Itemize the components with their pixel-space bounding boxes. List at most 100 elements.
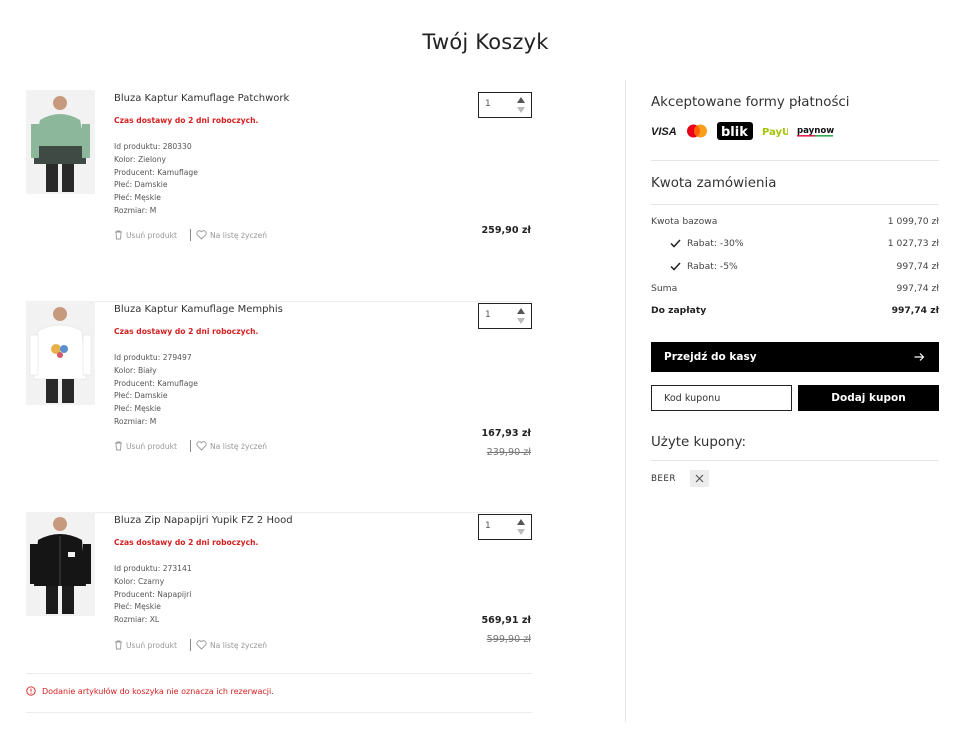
quantity-stepper[interactable]: 1 [478, 514, 532, 540]
quantity-down-icon[interactable] [517, 107, 525, 113]
product-attribute: Rozmiar: M [114, 205, 157, 215]
product-price: 259,90 zł [481, 225, 531, 236]
divider [651, 204, 939, 205]
product-image[interactable] [26, 301, 95, 405]
discount-value: 997,74 zł [896, 261, 939, 272]
wishlist-label: Na listę życzeń [209, 230, 268, 240]
sum-value: 997,74 zł [896, 283, 939, 294]
actions-separator [189, 229, 191, 241]
remove-coupon-button[interactable] [689, 470, 709, 487]
product-attribute: Id produktu: 273141 [114, 564, 192, 573]
checkout-button-label: Przejdź do kasy [664, 351, 757, 363]
coupon-code-input[interactable] [651, 385, 792, 411]
remove-product-label: Usuń produkt [126, 230, 177, 240]
quantity-stepper[interactable]: 1 [478, 303, 532, 329]
svg-text:VISA: VISA [651, 126, 677, 137]
sum-label: Suma [651, 283, 678, 294]
product-name[interactable]: Bluza Kaptur Kamuflage Memphis [114, 304, 283, 315]
product-attributes: Id produktu: 273141 Kolor: Czarny Produc… [114, 563, 192, 627]
product-image[interactable] [26, 90, 95, 194]
cart-item: Bluza Kaptur Kamuflage Patchwork Czas do… [26, 90, 532, 302]
quantity-down-icon[interactable] [517, 318, 525, 324]
svg-text:PayU: PayU [762, 127, 788, 138]
delivery-time: Czas dostawy do 2 dni roboczych. [114, 116, 259, 125]
reservation-notice: Dodanie artykułów do koszyka nie oznacza… [26, 686, 274, 696]
actions-separator [189, 440, 191, 452]
paynow-icon: paynow [797, 124, 835, 138]
visa-icon: VISA [651, 125, 677, 137]
quantity-down-icon[interactable] [517, 529, 525, 535]
discount-row: Rabat: -5% 997,74 zł [651, 261, 939, 272]
base-amount-row: Kwota bazowa 1 099,70 zł [651, 216, 939, 227]
remove-product-label: Usuń produkt [126, 441, 177, 451]
item-actions: Usuń produkt Na listę życzeń [114, 639, 267, 651]
remove-product-label: Usuń produkt [126, 640, 177, 650]
add-to-wishlist-button[interactable]: Na listę życzeń [196, 640, 267, 650]
wishlist-label: Na listę życzeń [209, 441, 268, 451]
order-amount-title: Kwota zamówienia [651, 176, 777, 191]
coupon-code: BEER [651, 473, 676, 484]
quantity-stepper[interactable]: 1 [478, 92, 532, 118]
discount-label: Rabat: -5% [687, 261, 738, 272]
product-attribute: Id produktu: 280330 [114, 142, 192, 151]
add-to-wishlist-button[interactable]: Na listę życzeń [196, 441, 267, 451]
trash-icon [115, 441, 122, 451]
product-price: 569,91 zł [481, 615, 531, 626]
cart-item: Bluza Zip Napapijri Yupik FZ 2 Hood Czas… [26, 512, 532, 674]
product-name[interactable]: Bluza Kaptur Kamuflage Patchwork [114, 93, 289, 104]
mastercard-icon [686, 124, 708, 138]
total-row: Do zapłaty 997,74 zł [651, 305, 939, 316]
product-attribute: Kolor: Zielony [114, 154, 167, 164]
divider [651, 460, 939, 461]
svg-text:blik: blik [721, 125, 748, 140]
quantity-value[interactable]: 1 [485, 99, 491, 109]
product-attribute: Płeć: Męskie [114, 193, 161, 203]
delivery-time: Czas dostawy do 2 dni roboczych. [114, 538, 259, 547]
add-to-wishlist-button[interactable]: Na listę życzeń [196, 230, 267, 240]
product-attribute: Rozmiar: M [114, 416, 157, 426]
checkout-button[interactable]: Przejdź do kasy [651, 342, 939, 372]
product-attribute: Producent: Napapijri [114, 589, 192, 599]
page-title: Twój Koszyk [422, 30, 549, 54]
total-label: Do zapłaty [651, 305, 707, 316]
add-coupon-button[interactable]: Dodaj kupon [798, 385, 939, 411]
quantity-up-icon[interactable] [517, 519, 525, 525]
product-old-price: 239,90 zł [486, 447, 531, 458]
base-amount-value: 1 099,70 zł [887, 216, 939, 227]
check-icon [670, 239, 681, 248]
product-attribute: Płeć: Damskie [114, 180, 168, 190]
divider [651, 160, 939, 161]
trash-icon [115, 640, 122, 650]
product-attribute: Kolor: Biały [114, 365, 157, 375]
product-attribute: Płeć: Męskie [114, 404, 161, 414]
heart-icon [196, 640, 207, 650]
item-actions: Usuń produkt Na listę życzeń [114, 440, 267, 452]
product-attribute: Producent: Kamuflage [114, 167, 198, 177]
blik-icon: blik [717, 122, 753, 140]
product-attributes: Id produktu: 280330 Kolor: Zielony Produ… [114, 141, 198, 218]
trash-icon [115, 230, 122, 240]
check-icon [670, 262, 681, 271]
close-icon [695, 474, 704, 483]
heart-icon [196, 230, 207, 240]
product-attribute: Kolor: Czarny [114, 576, 165, 586]
actions-separator [189, 639, 191, 651]
base-amount-label: Kwota bazowa [651, 216, 718, 227]
product-attribute: Rozmiar: XL [114, 615, 160, 625]
reservation-notice-text: Dodanie artykułów do koszyka nie oznacza… [42, 686, 274, 696]
quantity-value[interactable]: 1 [485, 521, 491, 531]
quantity-value[interactable]: 1 [485, 310, 491, 320]
quantity-up-icon[interactable] [517, 308, 525, 314]
quantity-up-icon[interactable] [517, 97, 525, 103]
product-image[interactable] [26, 512, 95, 616]
wishlist-label: Na listę życzeń [209, 640, 268, 650]
payu-icon: PayU [762, 124, 788, 138]
product-attribute: Płeć: Damskie [114, 391, 168, 401]
delivery-time: Czas dostawy do 2 dni roboczych. [114, 327, 259, 336]
remove-product-button[interactable]: Usuń produkt [114, 230, 177, 240]
remove-product-button[interactable]: Usuń produkt [114, 640, 177, 650]
payments-title: Akceptowane formy płatności [651, 95, 850, 110]
used-coupons-title: Użyte kupony: [651, 435, 746, 450]
remove-product-button[interactable]: Usuń produkt [114, 441, 177, 451]
product-name[interactable]: Bluza Zip Napapijri Yupik FZ 2 Hood [114, 515, 293, 526]
